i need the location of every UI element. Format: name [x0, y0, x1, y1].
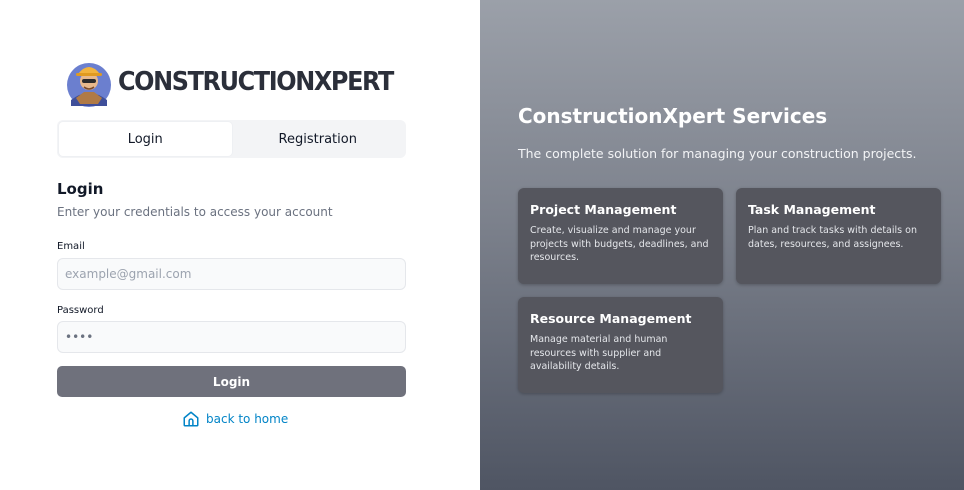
service-card-project-management: Project Management Create, visualize and…	[518, 188, 723, 284]
tab-login[interactable]: Login	[59, 122, 232, 156]
auth-tabs: Login Registration	[57, 120, 406, 158]
services-subtitle: The complete solution for managing your …	[518, 146, 917, 161]
service-card-description: Manage material and human resources with…	[530, 334, 668, 372]
form-subtitle: Enter your credentials to access your ac…	[57, 205, 333, 219]
home-icon	[183, 411, 199, 427]
service-card-task-management: Task Management Plan and track tasks wit…	[736, 188, 941, 284]
construction-worker-icon	[67, 63, 111, 107]
login-button[interactable]: Login	[57, 366, 406, 397]
login-panel: CONSTRUCTIONXPERT Login Registration Log…	[0, 0, 480, 490]
service-card-title: Project Management	[530, 202, 677, 217]
tab-registration[interactable]: Registration	[232, 122, 405, 156]
service-card-title: Resource Management	[530, 311, 692, 326]
services-title: ConstructionXpert Services	[518, 104, 828, 128]
service-card-title: Task Management	[748, 202, 876, 217]
form-title: Login	[57, 180, 104, 198]
password-field[interactable]	[57, 321, 406, 353]
service-card-resource-management: Resource Management Manage material and …	[518, 297, 723, 393]
back-to-home-label: back to home	[206, 412, 289, 426]
back-to-home-link[interactable]: back to home	[182, 410, 288, 428]
brand-name: CONSTRUCTIONXPERT	[118, 67, 394, 97]
email-field[interactable]	[57, 258, 406, 290]
service-card-description: Plan and track tasks with details on dat…	[748, 225, 917, 250]
brand-logo[interactable]: CONSTRUCTIONXPERT	[64, 54, 417, 110]
email-label: Email	[57, 241, 85, 252]
service-card-description: Create, visualize and manage your projec…	[530, 225, 709, 263]
password-label: Password	[57, 305, 104, 316]
